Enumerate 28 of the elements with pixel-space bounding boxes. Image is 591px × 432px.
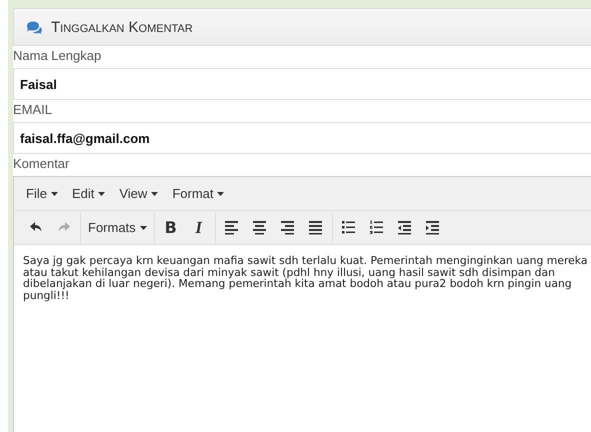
caret-icon [50,192,58,196]
outdent-icon [397,220,412,235]
caret-icon [217,192,224,196]
menu-item[interactable]: Format [166,180,230,206]
formats-dropdown[interactable]: Formats [83,214,152,240]
italic-button[interactable]: I [184,214,213,240]
menu-item[interactable]: View [113,180,164,206]
chat-bubbles-icon [26,20,42,34]
caret-icon [151,192,158,196]
comment-text[interactable]: Saya jg gak percaya krn keuangan mafia sawit sdh terlalu kuat. Pemerintah menginginkan uang mereka atau takut kehilangan devisa dari minyak sawit (pdhl hny illusi, uang hasil sawit sdh disimpan dan dibelanjakan di luar negeri). Memang pemerintah kita amat bodoh atau pura2 bodoh krn pingin uang pungli!!! [23,255,589,301]
numbered-list-icon [369,220,384,235]
menu-item[interactable]: Edit [66,180,112,206]
panel-title: Tinggalkan Komentar [51,18,193,36]
align-right-icon [280,220,296,235]
field-label: Nama Lengkap [13,47,102,65]
field-label: EMAIL [13,101,54,119]
caret-icon [140,226,147,230]
text-field[interactable]: faisal.ffa@gmail.com [13,122,591,154]
text-field[interactable]: Faisal [13,68,591,100]
bullet-list-icon [341,220,356,235]
field-label: Komentar [13,155,70,173]
align-center-icon [252,220,268,235]
align-justify-icon [308,220,324,235]
bold-button[interactable]: B [156,214,185,240]
indent-icon [425,220,440,235]
menu-item[interactable]: File [20,180,64,206]
caret-icon [98,192,106,196]
align-left-icon [224,220,240,235]
